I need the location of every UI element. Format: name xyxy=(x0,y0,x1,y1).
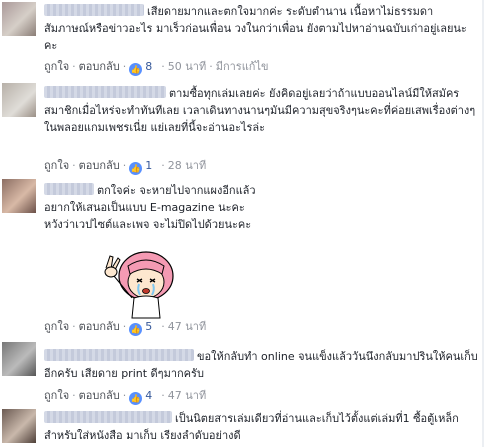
commenter-name-redacted[interactable] xyxy=(44,411,172,423)
thumbs-up-icon[interactable]: 👍 xyxy=(129,392,143,405)
like-link[interactable]: ถูกใจ xyxy=(44,320,69,333)
commenter-name-redacted[interactable] xyxy=(44,183,94,195)
comment: ตามซื้อทุกเล่มเลยค่ะ ยังคิดอยู่เลยว่าถ้า… xyxy=(0,80,484,178)
reply-link[interactable]: ตอบกลับ xyxy=(79,389,120,402)
comment-actions: ถูกใจ · ตอบกลับ · 👍 4 · 47 นาที xyxy=(44,389,207,405)
comment-actions: ถูกใจ · ตอบกลับ · 👍 8 · 50 นาที · มีการแก้ไข xyxy=(44,60,269,76)
comment: ตกใจค่ะ จะหายไปจากแผงอีกแล้ว อยากให้เสนอ… xyxy=(0,178,484,340)
thumbs-up-icon[interactable]: 👍 xyxy=(129,323,143,336)
sticker-crying-girl xyxy=(104,251,174,319)
avatar[interactable] xyxy=(2,409,36,443)
avatar[interactable] xyxy=(2,342,36,376)
reply-link[interactable]: ตอบกลับ xyxy=(79,159,120,172)
avatar[interactable] xyxy=(2,83,36,117)
comment: เป็นนิตยสารเล่มเดียวที่อ่านและเก็บไว้ตั้… xyxy=(0,406,484,447)
commenter-name-redacted[interactable] xyxy=(44,86,166,98)
avatar[interactable] xyxy=(2,2,36,36)
reply-link[interactable]: ตอบกลับ xyxy=(79,320,120,333)
like-count[interactable]: 1 xyxy=(145,159,152,172)
like-link[interactable]: ถูกใจ xyxy=(44,60,69,73)
timestamp[interactable]: 47 นาที xyxy=(168,320,206,333)
like-count[interactable]: 4 xyxy=(145,389,152,402)
thumbs-up-icon[interactable]: 👍 xyxy=(129,63,143,76)
timestamp[interactable]: 28 นาที xyxy=(168,159,206,172)
edited-label[interactable]: มีการแก้ไข xyxy=(216,60,269,73)
like-count[interactable]: 5 xyxy=(145,320,152,333)
reply-link[interactable]: ตอบกลับ xyxy=(79,60,120,73)
timestamp[interactable]: 50 นาที xyxy=(168,60,206,73)
comment: ขอให้กลับทำ online จนแข็งแล้ววันนึงกลับม… xyxy=(0,340,484,406)
commenter-name-redacted[interactable] xyxy=(44,349,194,361)
comment-actions: ถูกใจ · ตอบกลับ · 👍 1 · 28 นาที xyxy=(44,159,207,175)
commenter-name-redacted[interactable] xyxy=(44,4,144,16)
comment: เสียดายมากและตกใจมากค่ะ ระดับตำนาน เนื้อ… xyxy=(0,0,484,80)
timestamp[interactable]: 47 นาที xyxy=(168,389,206,402)
avatar[interactable] xyxy=(2,179,36,213)
comment-actions: ถูกใจ · ตอบกลับ · 👍 5 · 47 นาที xyxy=(44,320,207,336)
thumbs-up-icon[interactable]: 👍 xyxy=(129,162,143,175)
like-link[interactable]: ถูกใจ xyxy=(44,389,69,402)
like-count[interactable]: 8 xyxy=(145,60,152,73)
like-link[interactable]: ถูกใจ xyxy=(44,159,69,172)
